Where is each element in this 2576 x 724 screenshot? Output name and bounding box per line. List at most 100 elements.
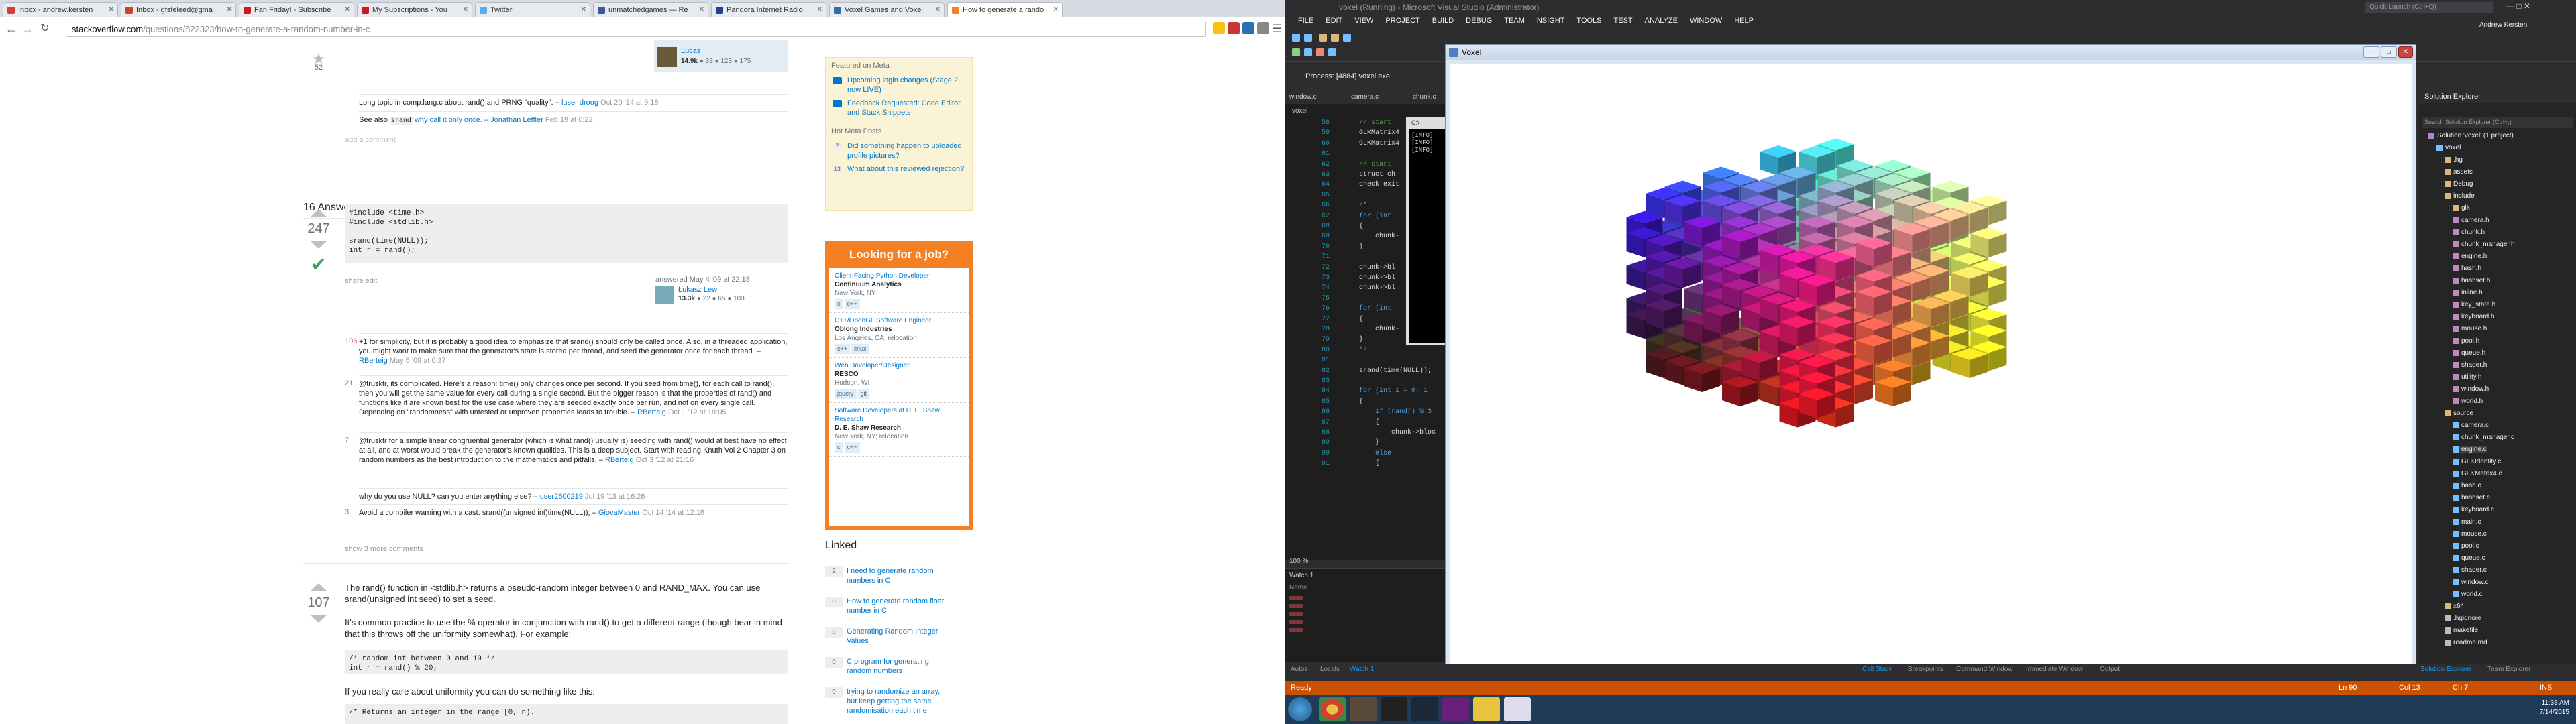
job-tag[interactable]: git bbox=[857, 389, 870, 399]
bottom-tab[interactable]: Breakpoints bbox=[1908, 666, 1943, 673]
linked-link[interactable]: I need to generate random numbers in C bbox=[847, 566, 944, 585]
solution-item[interactable]: .hgignore bbox=[2445, 615, 2481, 622]
process-selector[interactable]: Process: [4884] voxel.exe bbox=[1305, 72, 1390, 80]
solution-item[interactable]: mouse.h bbox=[2453, 325, 2487, 333]
code-line[interactable]: } bbox=[1359, 336, 1363, 343]
code-line[interactable]: // start bbox=[1359, 161, 1391, 168]
favorite-star-icon[interactable]: ★ bbox=[305, 52, 332, 66]
solution-item[interactable]: pool.c bbox=[2453, 542, 2479, 550]
solution-item[interactable]: keyboard.h bbox=[2453, 313, 2494, 320]
job-title[interactable]: Software Developers at D. E. Shaw Resear… bbox=[835, 406, 963, 424]
hot-item[interactable]: 7 Did something happen to uploaded profil… bbox=[826, 139, 972, 162]
menu-nsight[interactable]: NSIGHT bbox=[1531, 15, 1571, 27]
code-line[interactable]: { bbox=[1359, 398, 1363, 406]
voxel-render-canvas[interactable] bbox=[1450, 64, 2412, 664]
job-tag[interactable]: c bbox=[835, 299, 843, 309]
bottom-tab[interactable]: Immediate Window bbox=[2026, 666, 2083, 673]
job-tag[interactable]: linux bbox=[851, 344, 869, 354]
code-line[interactable]: chunk->bl bbox=[1359, 264, 1395, 272]
code-line[interactable]: for (int i = 0; i bbox=[1359, 387, 1428, 395]
code-line[interactable]: { bbox=[1359, 460, 1379, 467]
solution-item[interactable]: source bbox=[2445, 410, 2473, 417]
solution-item[interactable]: pool.h bbox=[2453, 337, 2479, 345]
open-icon[interactable] bbox=[1331, 34, 1339, 42]
menu-window[interactable]: WINDOW bbox=[1684, 15, 1728, 27]
browser-tab[interactable]: Voxel Games and Voxel ✕ bbox=[829, 2, 945, 17]
show-more-comments-link[interactable]: show 3 more comments bbox=[345, 544, 423, 554]
job-title[interactable]: Client-Facing Python Developer bbox=[835, 272, 963, 280]
bottom-tab[interactable]: Command Window bbox=[1956, 666, 2012, 673]
solution-item[interactable]: GLKIdentity.c bbox=[2453, 458, 2501, 465]
menu-file[interactable]: FILE bbox=[1292, 15, 1320, 27]
menu-tools[interactable]: TOOLS bbox=[1570, 15, 1607, 27]
editor-scope[interactable]: voxel bbox=[1292, 107, 1307, 115]
comment-user[interactable]: RBerteig bbox=[359, 357, 388, 365]
reload-icon[interactable]: ↻ bbox=[38, 21, 52, 36]
bottom-tab[interactable]: Call Stack bbox=[1862, 666, 1892, 673]
solution-item[interactable]: engine.c bbox=[2453, 446, 2487, 453]
forward-icon[interactable] bbox=[1304, 34, 1312, 42]
solution-item[interactable]: window.h bbox=[2453, 385, 2489, 393]
solution-item[interactable]: world.c bbox=[2453, 591, 2483, 598]
new-project-icon[interactable] bbox=[1319, 34, 1327, 42]
linked-link[interactable]: How to generate random float number in C bbox=[847, 597, 944, 615]
extension-icon[interactable] bbox=[1242, 22, 1254, 34]
upvote-icon[interactable] bbox=[310, 583, 327, 591]
code-line[interactable]: } bbox=[1359, 439, 1379, 446]
featured-link[interactable]: Upcoming login changes (Stage 2 now LIVE… bbox=[847, 76, 958, 94]
comment-user[interactable]: RBerteig bbox=[605, 456, 634, 464]
menu-help[interactable]: HELP bbox=[1728, 15, 1760, 27]
solution-item[interactable]: mouse.c bbox=[2453, 530, 2487, 538]
system-clock[interactable]: 11:38 AM 7/14/2015 bbox=[2540, 699, 2570, 717]
pause-icon[interactable] bbox=[1304, 48, 1312, 56]
menu-team[interactable]: TEAM bbox=[1498, 15, 1531, 27]
browser-tab[interactable]: Inbox - andrew.kersten ✕ bbox=[3, 2, 118, 17]
browser-tab[interactable]: How to generate a rando ✕ bbox=[947, 2, 1063, 17]
job-tag[interactable]: c++ bbox=[844, 299, 860, 309]
hot-link[interactable]: Did something happen to uploaded profile… bbox=[847, 142, 962, 160]
code-line[interactable]: else bbox=[1359, 450, 1391, 457]
code-line[interactable]: for (int bbox=[1359, 305, 1391, 312]
solution-item[interactable]: world.h bbox=[2453, 398, 2483, 405]
solution-item[interactable]: chunk_manager.h bbox=[2453, 241, 2515, 248]
close-tab-icon[interactable]: ✕ bbox=[1053, 6, 1059, 13]
minimize-button[interactable]: — bbox=[2363, 46, 2379, 58]
visual-studio-taskbar-icon[interactable] bbox=[1442, 697, 1469, 721]
back-icon[interactable]: ← bbox=[4, 21, 19, 36]
code-line[interactable]: chunk- bbox=[1359, 326, 1399, 333]
save-icon[interactable] bbox=[1343, 34, 1351, 42]
zoom-level[interactable]: 100 % bbox=[1289, 558, 1308, 565]
job-title[interactable]: C++/OpenGL Software Engineer bbox=[835, 316, 963, 325]
code-line[interactable]: { bbox=[1359, 223, 1363, 230]
close-tab-icon[interactable]: ✕ bbox=[463, 6, 468, 13]
hot-item[interactable]: 13 What about this reviewed rejection? bbox=[826, 162, 972, 176]
close-button[interactable]: ✕ bbox=[2398, 46, 2413, 58]
code-line[interactable]: /* bbox=[1359, 202, 1367, 209]
close-tab-icon[interactable]: ✕ bbox=[699, 6, 704, 13]
code-line[interactable]: if (rand() % 3 bbox=[1359, 408, 1432, 416]
linked-item[interactable]: 0 How to generate random float number in … bbox=[825, 597, 946, 615]
code-line[interactable]: } bbox=[1359, 243, 1363, 251]
solution-item[interactable]: hashset.c bbox=[2453, 494, 2490, 501]
code-line[interactable]: GLKMatrix4 bbox=[1359, 129, 1399, 137]
solution-search-input[interactable]: Search Solution Explorer (Ctrl+;) bbox=[2422, 117, 2573, 128]
extension-icon[interactable] bbox=[1228, 22, 1240, 34]
solution-item[interactable]: hash.h bbox=[2453, 265, 2481, 272]
browser-tab[interactable]: Pandora Internet Radio ✕ bbox=[711, 2, 826, 17]
code-line[interactable]: // start bbox=[1359, 119, 1391, 127]
solution-item[interactable]: chunk.h bbox=[2453, 229, 2485, 236]
restart-icon[interactable] bbox=[1328, 48, 1336, 56]
comment-user[interactable]: luser droog bbox=[561, 99, 598, 107]
code-line[interactable]: { bbox=[1359, 419, 1379, 426]
upvote-icon[interactable] bbox=[310, 209, 327, 217]
explorer-tab[interactable]: Team Explorer bbox=[2487, 666, 2530, 673]
menu-view[interactable]: VIEW bbox=[1348, 15, 1379, 27]
solution-item[interactable]: glk bbox=[2453, 204, 2470, 212]
add-comment-link[interactable]: add a comment bbox=[345, 135, 396, 145]
stop-icon[interactable] bbox=[1316, 48, 1324, 56]
solution-item[interactable]: queue.c bbox=[2453, 554, 2485, 562]
solution-item[interactable]: keyboard.c bbox=[2453, 506, 2494, 514]
solution-item[interactable]: camera.c bbox=[2453, 422, 2489, 429]
solution-item[interactable]: queue.h bbox=[2453, 349, 2485, 357]
solution-item[interactable]: voxel bbox=[2436, 144, 2461, 152]
